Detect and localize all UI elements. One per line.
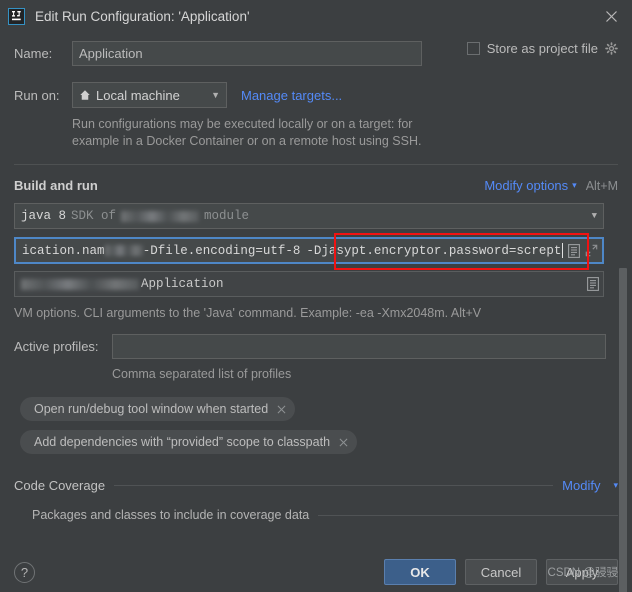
- active-profiles-input[interactable]: [112, 334, 606, 359]
- active-profiles-label: Active profiles:: [14, 339, 99, 354]
- chevron-down-icon: ▼: [211, 90, 220, 100]
- chip-open-run-debug-tool-window[interactable]: Open run/debug tool window when started: [20, 397, 296, 421]
- intellij-idea-logo-icon: [8, 7, 25, 25]
- scrollbar-thumb[interactable]: [619, 268, 627, 592]
- code-coverage-title: Code Coverage: [14, 478, 106, 493]
- main-class-input[interactable]: Application: [14, 271, 604, 297]
- help-button[interactable]: ?: [14, 561, 35, 583]
- vm-options-row: ication.nam -Dfile.encoding=utf-8 -Djasy…: [14, 233, 618, 270]
- name-label: Name:: [14, 46, 53, 61]
- name-input[interactable]: [72, 41, 422, 66]
- option-chip-row-1: Open run/debug tool window when started: [20, 397, 618, 421]
- code-coverage-rule: [114, 485, 554, 486]
- dialog-footer: ? OK Cancel Apply CSDN @骎骎: [0, 552, 632, 592]
- run-on-help-text: Run configurations may be executed local…: [72, 116, 492, 150]
- coverage-packages-header: Packages and classes to include in cover…: [32, 508, 618, 522]
- run-on-selected-value: Local machine: [96, 87, 180, 103]
- edit-run-configuration-dialog: Edit Run Configuration: 'Application' Na…: [0, 0, 632, 592]
- run-on-help-line-1: Run configurations may be executed local…: [72, 117, 413, 131]
- vm-options-highlighted-text: -Djasypt.encryptor.password=scrept: [306, 243, 562, 258]
- chip-label: Add dependencies with “provided” scope t…: [34, 435, 331, 449]
- store-as-project-file-checkbox[interactable]: [466, 42, 480, 55]
- cancel-button[interactable]: Cancel: [465, 559, 537, 585]
- vm-options-input[interactable]: ication.nam -Dfile.encoding=utf-8 -Djasy…: [14, 237, 604, 264]
- gear-icon[interactable]: [605, 42, 618, 55]
- vm-options-text-before: ication.nam: [22, 243, 105, 258]
- sdk-of-label: SDK of: [71, 209, 117, 223]
- vm-options-blurred-segment: [104, 245, 143, 256]
- jdk-module-dropdown[interactable]: java 8 SDK of module ▼: [14, 203, 604, 229]
- run-on-target-dropdown[interactable]: Local machine ▼: [72, 82, 227, 108]
- main-class-name: Application: [141, 277, 224, 291]
- chevron-down-icon: ▼: [591, 211, 597, 221]
- dialog-title: Edit Run Configuration: 'Application': [35, 8, 250, 24]
- modify-options-shortcut: Alt+M: [585, 178, 618, 193]
- document-list-icon[interactable]: [563, 243, 580, 258]
- store-as-project-file-row[interactable]: Store as project file: [466, 41, 618, 56]
- build-and-run-title: Build and run: [14, 178, 98, 193]
- run-on-label: Run on:: [14, 87, 60, 103]
- coverage-packages-title: Packages and classes to include in cover…: [32, 508, 310, 522]
- close-icon[interactable]: [600, 5, 622, 27]
- dialog-titlebar: Edit Run Configuration: 'Application': [0, 0, 632, 32]
- chevron-down-icon[interactable]: ▾: [572, 180, 577, 191]
- content-scrollbar[interactable]: [619, 118, 630, 592]
- close-icon[interactable]: [339, 438, 348, 447]
- close-icon[interactable]: [277, 405, 286, 414]
- manage-targets-link[interactable]: Manage targets...: [241, 88, 342, 103]
- chip-label: Open run/debug tool window when started: [34, 402, 269, 416]
- apply-button[interactable]: Apply: [546, 559, 618, 585]
- main-class-package-blurred: [21, 278, 139, 290]
- store-as-project-file-label: Store as project file: [486, 41, 598, 56]
- ok-button[interactable]: OK: [384, 559, 456, 585]
- sdk-java-version: java 8: [21, 209, 67, 223]
- sdk-module-suffix: module: [204, 209, 250, 223]
- active-profiles-hint: Comma separated list of profiles: [112, 367, 292, 381]
- modify-options-link[interactable]: Modify options: [484, 178, 568, 193]
- vm-options-text-after: -Dfile.encoding=utf-8: [142, 243, 301, 258]
- home-icon: [79, 89, 91, 101]
- dialog-action-buttons: OK Cancel Apply: [384, 559, 618, 585]
- document-list-icon[interactable]: [582, 277, 599, 291]
- chevron-down-icon[interactable]: ▾: [613, 480, 618, 491]
- run-on-row: Run on: Local machine ▼ Manage targets..…: [14, 82, 618, 108]
- code-coverage-header: Code Coverage Modify ▾: [14, 478, 618, 493]
- option-chip-row-2: Add dependencies with “provided” scope t…: [20, 430, 618, 454]
- expand-icon[interactable]: [580, 244, 598, 257]
- coverage-packages-rule: [318, 514, 618, 516]
- run-on-help-line-2: example in a Docker Container or on a re…: [72, 134, 422, 148]
- sdk-module-name-blurred: [121, 210, 200, 222]
- active-profiles-row: Active profiles:: [14, 334, 618, 359]
- dialog-content: Name: Store as project file: [0, 32, 632, 552]
- section-divider: [14, 164, 618, 165]
- vm-options-hint: VM options. CLI arguments to the 'Java' …: [14, 306, 482, 320]
- build-and-run-header: Build and run Modify options ▾ Alt+M: [14, 178, 618, 193]
- code-coverage-modify-link[interactable]: Modify: [562, 478, 600, 493]
- chip-add-provided-scope-dependencies[interactable]: Add dependencies with “provided” scope t…: [20, 430, 358, 454]
